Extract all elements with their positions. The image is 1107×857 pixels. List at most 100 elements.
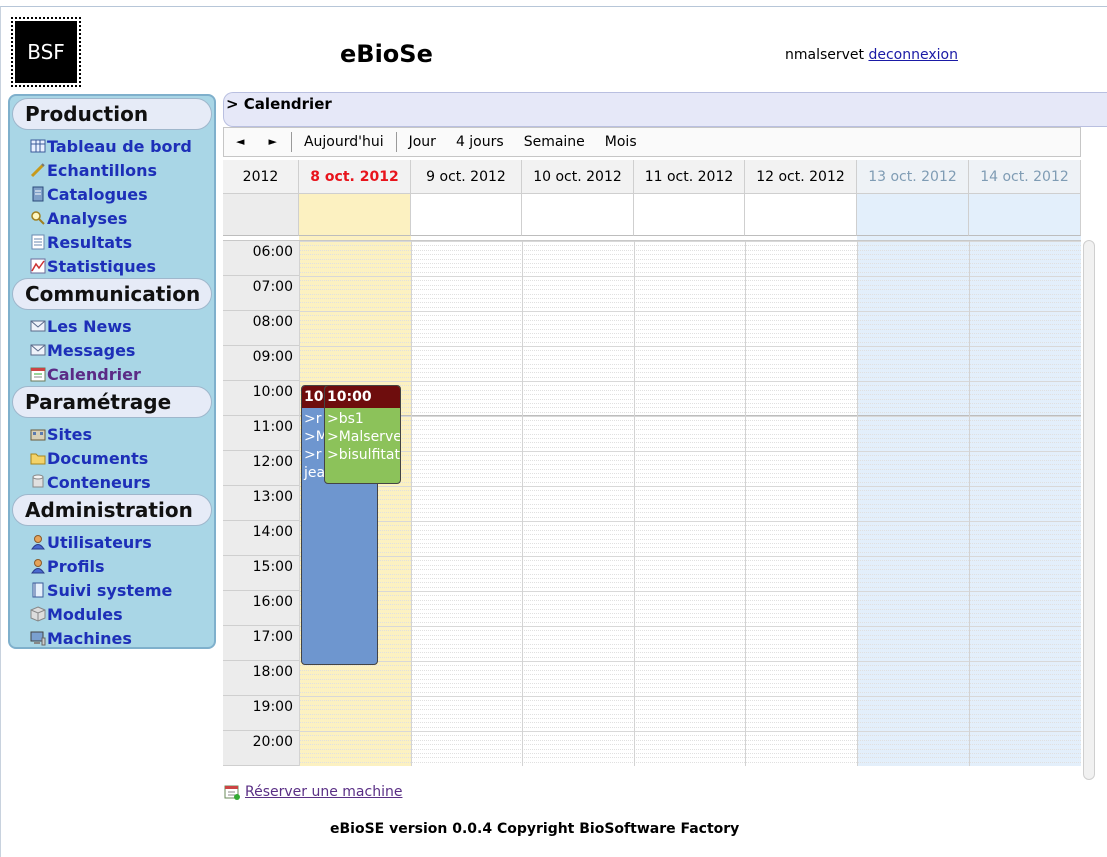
sidebar-item-profils[interactable]: Profils — [30, 555, 104, 577]
sidebar-item-echantillons[interactable]: Echantillons — [30, 159, 157, 181]
sidebar-item-sites[interactable]: Sites — [30, 423, 92, 445]
slot-line — [299, 359, 1081, 361]
magnifier-icon — [30, 210, 46, 226]
view-4days-button[interactable]: 4 jours — [446, 127, 514, 157]
view-week-button[interactable]: Semaine — [514, 127, 595, 157]
sidebar-item-label: Machines — [47, 628, 132, 648]
hour-line — [299, 731, 1081, 732]
cube-icon — [30, 606, 46, 622]
sidebar-item-modules[interactable]: Modules — [30, 603, 123, 625]
slot-line — [299, 433, 1081, 435]
sidebar-item-statistiques[interactable]: Statistiques — [30, 255, 156, 277]
allday-cell[interactable] — [857, 194, 969, 236]
sidebar-item-analyses[interactable]: Analyses — [30, 207, 127, 229]
slot-line — [299, 420, 1081, 422]
slot-line — [299, 363, 1081, 365]
day-header[interactable]: 8 oct. 2012 — [299, 160, 411, 194]
day-header[interactable]: 12 oct. 2012 — [745, 160, 857, 194]
slot-line — [299, 389, 1081, 391]
view-day-button[interactable]: Jour — [399, 127, 446, 157]
calendar-event[interactable]: 10:00 >bs1 >Malserve >bisulfitat — [324, 385, 401, 485]
prev-button[interactable]: ◄ — [224, 127, 256, 157]
hour-label: 20:00 — [223, 731, 299, 766]
vertical-scrollbar[interactable] — [1083, 240, 1095, 780]
sidebar-item-messages[interactable]: Messages — [30, 339, 135, 361]
allday-cell[interactable] — [634, 194, 745, 236]
next-button[interactable]: ► — [256, 127, 288, 157]
allday-cell[interactable] — [522, 194, 634, 236]
user-icon — [30, 534, 46, 550]
day-separator — [411, 241, 412, 766]
slot-line — [299, 503, 1081, 505]
user-box: nmalservet deconnexion — [785, 47, 958, 63]
slot-line — [299, 547, 1081, 549]
breadcrumb: > Calendrier — [223, 92, 1107, 127]
allday-cell[interactable] — [745, 194, 857, 236]
sidebar-item-utilisateurs[interactable]: Utilisateurs — [30, 531, 152, 553]
slot-line — [299, 726, 1081, 728]
envelope-icon — [30, 342, 46, 358]
hour-label: 11:00 — [223, 416, 299, 451]
slot-line — [299, 643, 1081, 645]
slot-line — [299, 424, 1081, 426]
day-header[interactable]: 10 oct. 2012 — [522, 160, 634, 194]
hour-label: 18:00 — [223, 661, 299, 696]
logout-link[interactable]: deconnexion — [868, 47, 958, 63]
day-separator — [299, 241, 300, 766]
hour-label: 19:00 — [223, 696, 299, 731]
sidebar-item-conteneurs[interactable]: Conteneurs — [30, 471, 151, 493]
slot-line — [299, 499, 1081, 501]
calendar-grid: 2012 8 oct. 2012 9 oct. 2012 10 oct. 2012 11… — [223, 160, 1095, 780]
allday-cell[interactable] — [969, 194, 1081, 236]
slot-line — [299, 446, 1081, 448]
slot-line — [299, 599, 1081, 601]
today-button[interactable]: Aujourd'hui — [294, 127, 394, 157]
slot-line — [299, 761, 1081, 763]
day-header[interactable]: 11 oct. 2012 — [634, 160, 745, 194]
hour-line — [299, 556, 1081, 557]
allday-cell[interactable] — [299, 194, 411, 236]
slot-line — [299, 337, 1081, 339]
day-header[interactable]: 9 oct. 2012 — [411, 160, 522, 194]
slot-line — [299, 429, 1081, 431]
sidebar-item-calendrier[interactable]: Calendrier — [30, 363, 141, 385]
hour-line — [299, 276, 1081, 277]
stats-icon — [30, 258, 46, 274]
slot-line — [299, 569, 1081, 571]
slot-line — [299, 534, 1081, 536]
calendar-icon — [30, 366, 46, 382]
day-header[interactable]: 14 oct. 2012 — [969, 160, 1081, 194]
event-line: >bisulfitat — [327, 447, 400, 463]
sidebar-item-label: Calendrier — [47, 364, 141, 384]
toolbar-separator — [395, 132, 397, 152]
sidebar-item-tableau-de-bord[interactable]: Tableau de bord — [30, 135, 192, 157]
folder-icon — [30, 450, 46, 466]
slot-line — [299, 735, 1081, 737]
slot-line — [299, 455, 1081, 457]
slot-line — [299, 578, 1081, 579]
day-separator — [745, 241, 746, 766]
sidebar-item-catalogues[interactable]: Catalogues — [30, 183, 148, 205]
reserve-machine-link[interactable]: Réserver une machine — [224, 784, 402, 800]
slot-line — [299, 630, 1081, 632]
allday-cell[interactable] — [411, 194, 522, 236]
sidebar: Production Tableau de bord Echantillons … — [8, 94, 216, 649]
slot-line — [299, 669, 1081, 671]
sidebar-item-label: Messages — [47, 340, 136, 360]
view-month-button[interactable]: Mois — [595, 127, 647, 157]
sidebar-item-documents[interactable]: Documents — [30, 447, 148, 469]
slot-line — [299, 315, 1081, 317]
calendar-toolbar: ◄ ► Aujourd'hui Jour 4 jours Semaine Moi… — [223, 127, 1081, 157]
sidebar-item-les-news[interactable]: Les News — [30, 315, 132, 337]
sidebar-item-machines[interactable]: Machines — [30, 627, 132, 649]
event-line: >bs1 — [327, 411, 364, 427]
sidebar-item-suivi-systeme[interactable]: Suivi systeme — [30, 579, 172, 601]
slot-line — [299, 341, 1081, 343]
slot-line — [299, 490, 1081, 492]
sidebar-item-resultats[interactable]: Resultats — [30, 231, 132, 253]
day-header[interactable]: 13 oct. 2012 — [857, 160, 969, 194]
slot-line — [299, 700, 1081, 702]
hour-line — [299, 591, 1081, 592]
hour-line — [299, 346, 1081, 347]
hour-line — [299, 626, 1081, 627]
